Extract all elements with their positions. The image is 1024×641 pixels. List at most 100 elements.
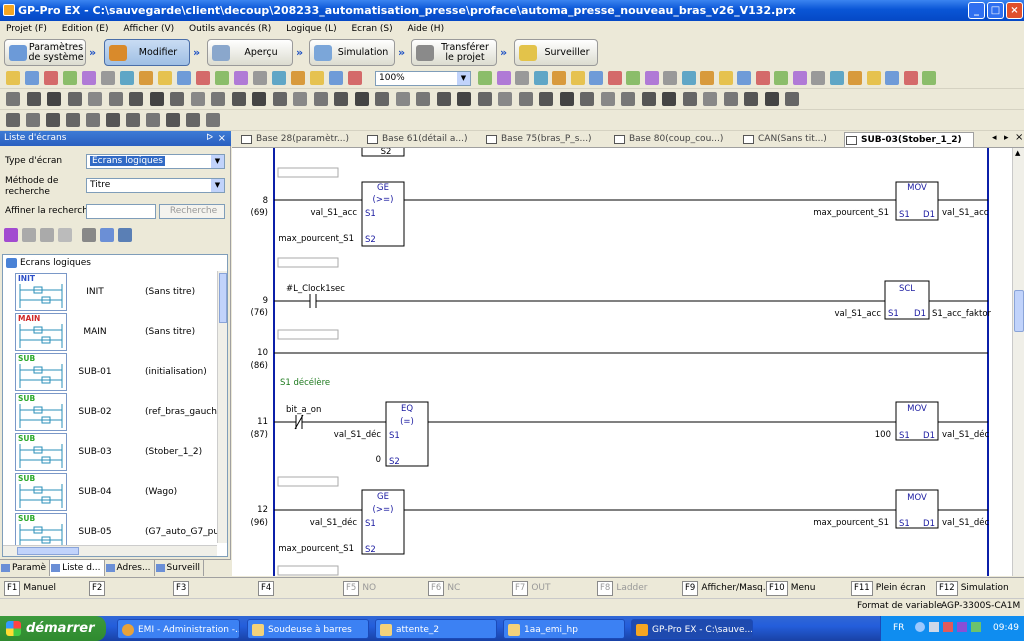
screen-list-item[interactable]: INIT INIT (Sans titre) [3, 273, 217, 313]
tool-icon[interactable] [234, 71, 248, 85]
tool-icon[interactable] [601, 92, 615, 106]
tool-icon[interactable] [206, 113, 220, 127]
minimize-button[interactable]: _ [968, 2, 985, 19]
tool-icon[interactable] [170, 92, 184, 106]
tool-icon[interactable] [662, 92, 676, 106]
fkey-f9[interactable]: F9 Afficher/Masq... [682, 581, 771, 596]
fkey-f5[interactable]: F5 NO [343, 581, 376, 596]
fkey-f3[interactable]: F3 [173, 581, 192, 596]
fkey-f1[interactable]: F1 Manuel [4, 581, 56, 596]
tool-icon[interactable] [158, 71, 172, 85]
tool-icon[interactable] [774, 71, 788, 85]
close-button[interactable]: × [1006, 2, 1023, 19]
tool-icon[interactable] [515, 71, 529, 85]
tab-scroll-left-icon[interactable]: ◂ [992, 133, 997, 143]
tool-icon[interactable] [66, 113, 80, 127]
task-1aa-emi[interactable]: 1aa_emi_hp [503, 619, 625, 639]
tab-base-75[interactable]: Base 75(bras_P_s...) [485, 132, 609, 147]
tab-base-61[interactable]: Base 61(détail a...) [366, 132, 488, 147]
tool-icon[interactable] [785, 92, 799, 106]
tool-icon[interactable] [744, 92, 758, 106]
tool-icon[interactable] [552, 71, 566, 85]
tool-icon[interactable] [177, 71, 191, 85]
tool-icon[interactable] [191, 92, 205, 106]
fkey-f8[interactable]: F8 Ladder [597, 581, 648, 596]
screen-type-select[interactable]: Ecrans logiques ▼ [86, 154, 225, 169]
tool-icon[interactable] [719, 71, 733, 85]
fkey-f11[interactable]: F11 Plein écran [851, 581, 926, 596]
ladder-icon[interactable] [6, 113, 20, 127]
duplicate-icon[interactable] [40, 228, 54, 242]
tool-icon[interactable] [663, 71, 677, 85]
dot-icon[interactable] [47, 92, 61, 106]
tool-icon[interactable] [126, 113, 140, 127]
tool-icon[interactable] [120, 71, 134, 85]
tool-icon[interactable] [186, 113, 200, 127]
tool-icon[interactable] [314, 92, 328, 106]
tool-icon[interactable] [211, 92, 225, 106]
tool-icon[interactable] [560, 92, 574, 106]
maximize-button[interactable]: □ [987, 2, 1004, 19]
tool-icon[interactable] [765, 92, 779, 106]
tool-icon[interactable] [608, 71, 622, 85]
menu-ecran[interactable]: Ecran (S) [345, 21, 398, 37]
menu-outils-avances[interactable]: Outils avancés (R) [183, 21, 277, 37]
scroll-thumb[interactable] [17, 547, 79, 555]
tool-icon[interactable] [724, 92, 738, 106]
list-vscroll[interactable] [217, 271, 227, 543]
tool-icon[interactable] [645, 71, 659, 85]
open-icon[interactable] [25, 71, 39, 85]
tool-icon[interactable] [150, 92, 164, 106]
tool-icon[interactable] [904, 71, 918, 85]
task-gp-pro[interactable]: GP-Pro EX - C:\sauve... [631, 619, 753, 639]
tool-icon[interactable] [534, 71, 548, 85]
transferer-projet-button[interactable]: Transférer le projet [411, 39, 497, 66]
save-icon[interactable] [44, 71, 58, 85]
tool-icon[interactable] [310, 71, 324, 85]
tool-icon[interactable] [642, 92, 656, 106]
fkey-f12[interactable]: F12 Simulation [936, 581, 1009, 596]
tool-icon[interactable] [580, 92, 594, 106]
tool-icon[interactable] [703, 92, 717, 106]
screen-list-item[interactable]: MAIN MAIN (Sans titre) [3, 313, 217, 353]
tool-icon[interactable] [334, 92, 348, 106]
screen-list-item[interactable]: SUB SUB-03 (Stober_1_2) [3, 433, 217, 473]
tool-icon[interactable] [830, 71, 844, 85]
tool-icon[interactable] [106, 113, 120, 127]
tool-icon[interactable] [478, 92, 492, 106]
copy-screen-icon[interactable] [22, 228, 36, 242]
tool-icon[interactable] [375, 92, 389, 106]
screen-list-item[interactable]: SUB SUB-01 (initialisation) [3, 353, 217, 393]
list-hscroll[interactable] [3, 545, 217, 556]
tool-icon[interactable] [166, 113, 180, 127]
tool-icon[interactable] [478, 71, 492, 85]
fkey-f6[interactable]: F6 NC [428, 581, 460, 596]
parametres-systeme-button[interactable]: Paramètres de système [4, 39, 86, 66]
tab-scroll-right-icon[interactable]: ▸ [1004, 133, 1009, 143]
fkey-f2[interactable]: F2 [89, 581, 108, 596]
tab-sub-03[interactable]: SUB-03(Stober_1_2) [844, 132, 974, 147]
shape-icon[interactable] [88, 92, 102, 106]
preview-icon[interactable] [82, 71, 96, 85]
search-method-select[interactable]: Titre ▼ [86, 178, 225, 193]
scroll-up-icon[interactable]: ▲ [1015, 149, 1020, 157]
tool-icon[interactable] [682, 71, 696, 85]
tool-icon[interactable] [848, 71, 862, 85]
line-icon[interactable] [68, 92, 82, 106]
tool-icon[interactable] [109, 92, 123, 106]
tool-icon[interactable] [519, 92, 533, 106]
scroll-thumb[interactable] [219, 273, 227, 323]
tool-icon[interactable] [885, 71, 899, 85]
tool-icon[interactable] [683, 92, 697, 106]
menu-projet[interactable]: Projet (F) [0, 21, 53, 37]
screen-list-item[interactable]: SUB SUB-04 (Wago) [3, 473, 217, 513]
menu-aide[interactable]: Aide (H) [402, 21, 451, 37]
tool-icon[interactable] [272, 71, 286, 85]
tool-icon[interactable] [252, 92, 266, 106]
tab-can[interactable]: CAN(Sans tit...) [742, 132, 838, 147]
scroll-thumb[interactable] [1014, 290, 1024, 332]
tool-icon[interactable] [867, 71, 881, 85]
tab-surveiller[interactable]: Surveill [155, 560, 205, 576]
text-icon[interactable] [27, 92, 41, 106]
tool-icon[interactable] [922, 71, 936, 85]
